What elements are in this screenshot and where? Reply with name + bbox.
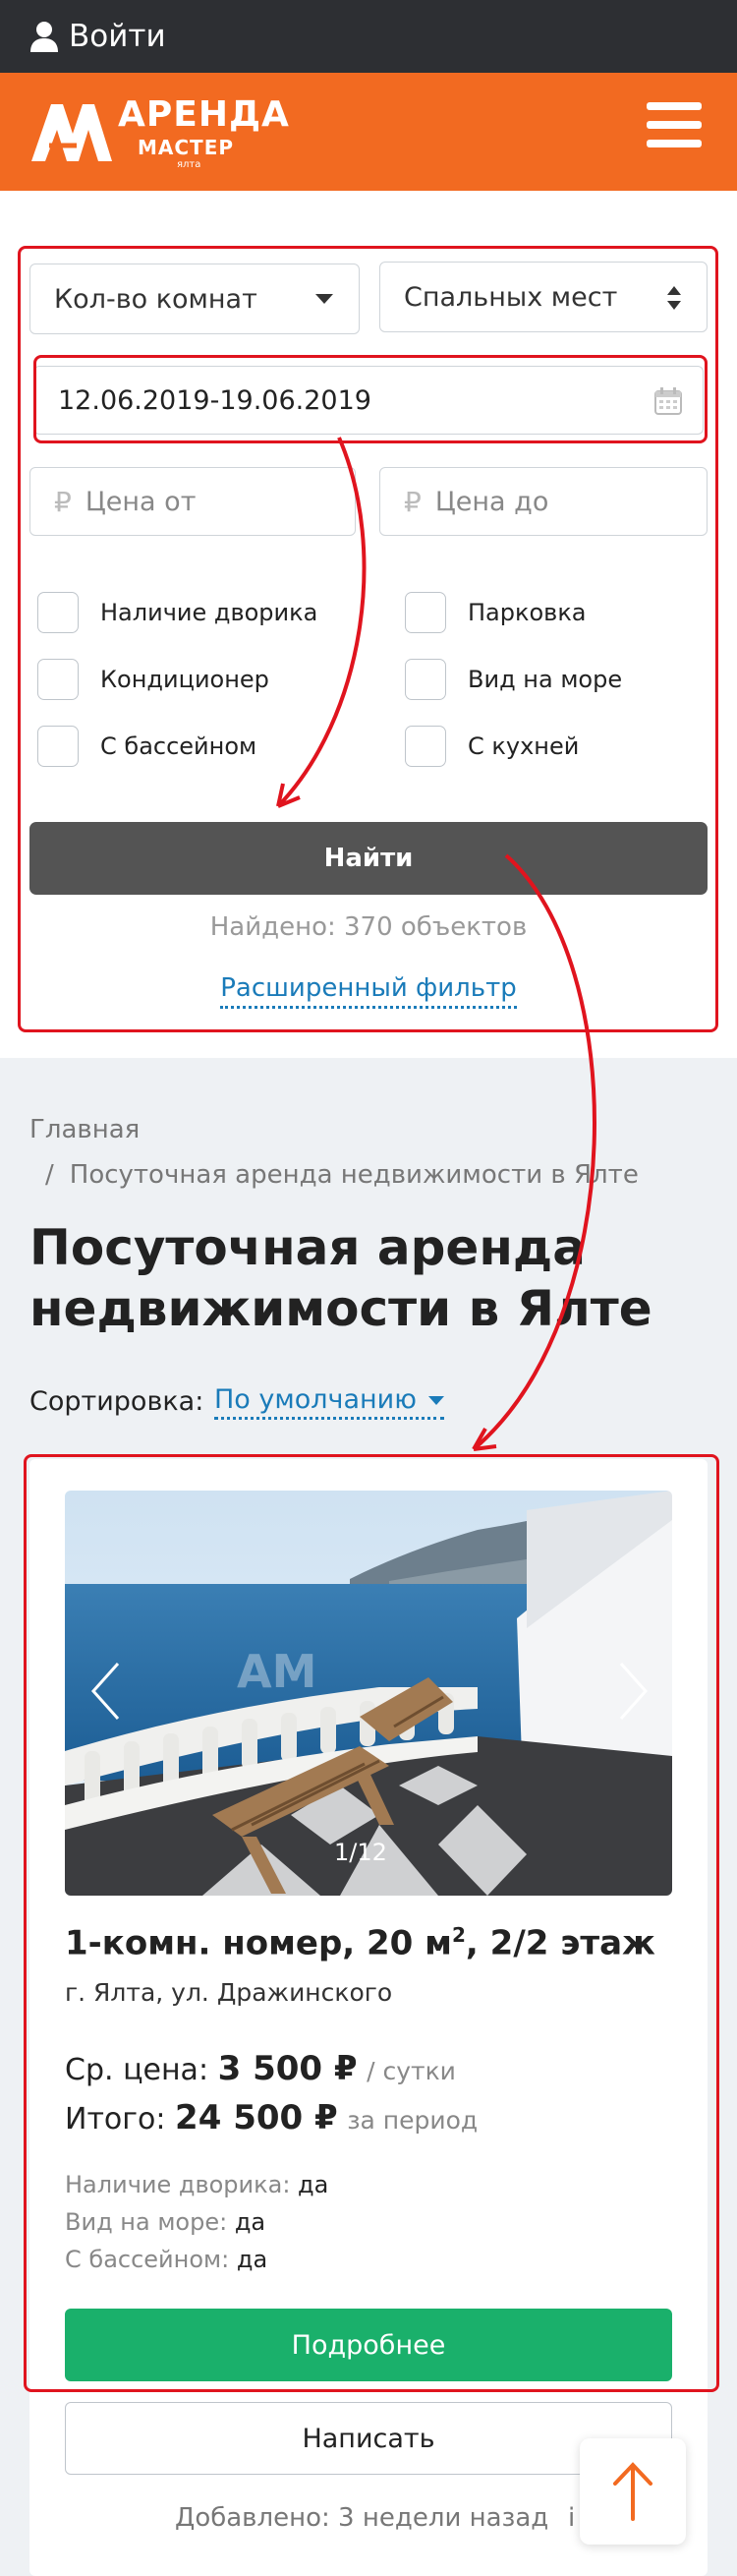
checkbox-label: Парковка bbox=[468, 599, 587, 626]
logo[interactable]: АРЕНДА МАСТЕР ялта bbox=[29, 94, 289, 171]
sort-arrows-icon bbox=[667, 286, 681, 310]
checkbox-box[interactable] bbox=[37, 592, 79, 633]
login-link[interactable]: Войти bbox=[69, 19, 166, 54]
chevron-right-icon[interactable] bbox=[619, 1662, 649, 1721]
rooms-select[interactable]: Кол-во комнат bbox=[29, 263, 360, 334]
price-from-input[interactable]: ₽ Цена от bbox=[29, 467, 356, 536]
logo-text-line1: АРЕНДА bbox=[118, 94, 290, 135]
logo-mark-icon bbox=[31, 104, 112, 161]
price-to-placeholder: Цена до bbox=[434, 486, 549, 517]
feature-name: С бассейном: bbox=[65, 2246, 230, 2273]
checkbox-box[interactable] bbox=[405, 659, 446, 700]
checkbox-label: Наличие дворика bbox=[100, 599, 318, 626]
feature-value: да bbox=[234, 2208, 266, 2236]
listing-title[interactable]: 1-комн. номер, 20 м2, 2/2 этаж bbox=[65, 1923, 655, 1962]
top-bar: Войти bbox=[0, 0, 737, 73]
site-header: АРЕНДА МАСТЕР ялта bbox=[0, 73, 737, 191]
price-to-input[interactable]: ₽ Цена до bbox=[379, 467, 708, 536]
feature-name: Вид на море: bbox=[65, 2208, 228, 2236]
listing-title-main: 1-комн. номер, 20 м bbox=[65, 1923, 452, 1963]
sort-label: Сортировка: bbox=[29, 1386, 204, 1417]
listing-address: г. Ялта, ул. Дражинского bbox=[65, 1978, 393, 2007]
beds-select[interactable]: Спальных мест bbox=[379, 262, 708, 332]
feature-row: Наличие дворика: да bbox=[65, 2171, 328, 2198]
user-icon[interactable] bbox=[29, 21, 59, 52]
checkbox-sea-view[interactable]: Вид на море bbox=[405, 659, 622, 700]
price-from-placeholder: Цена от bbox=[85, 486, 197, 517]
listing-photo[interactable]: AM bbox=[65, 1491, 672, 1896]
checkbox-box[interactable] bbox=[37, 726, 79, 767]
checkbox-parking[interactable]: Парковка bbox=[405, 592, 587, 633]
page-title: Посуточная аренда недвижимости в Ялте bbox=[29, 1219, 652, 1337]
calendar-icon[interactable] bbox=[653, 386, 683, 416]
avg-price-label: Ср. цена: bbox=[65, 2053, 209, 2087]
total-price-value: 24 500 ₽ bbox=[175, 2098, 338, 2137]
checkbox-label: С бассейном bbox=[100, 732, 257, 760]
listing-title-floor: , 2/2 этаж bbox=[465, 1923, 655, 1963]
breadcrumb-home[interactable]: Главная bbox=[29, 1115, 140, 1144]
checkbox-box[interactable] bbox=[405, 726, 446, 767]
svg-text:AM: AM bbox=[237, 1645, 316, 1698]
found-count: Найдено: 370 объектов bbox=[209, 912, 528, 942]
rooms-select-label: Кол-во комнат bbox=[54, 283, 257, 315]
chevron-down-icon bbox=[315, 294, 333, 304]
added-extra: i bbox=[568, 2503, 576, 2533]
total-price-label: Итого: bbox=[65, 2102, 166, 2137]
checkbox-box[interactable] bbox=[37, 659, 79, 700]
arrow-up-icon bbox=[613, 2462, 652, 2521]
breadcrumb-current: Посуточная аренда недвижимости в Ялте bbox=[69, 1160, 639, 1190]
chevron-left-icon[interactable] bbox=[90, 1662, 120, 1721]
logo-text-line2: МАСТЕР bbox=[138, 136, 235, 159]
total-price-row: Итого: 24 500 ₽ за период bbox=[65, 2098, 478, 2137]
added-date: Добавлено: 3 недели назад bbox=[175, 2503, 549, 2533]
checkbox-label: Вид на море bbox=[468, 666, 623, 693]
date-range-value: 12.06.2019-19.06.2019 bbox=[58, 384, 371, 416]
feature-value: да bbox=[298, 2171, 329, 2198]
checkbox-kitchen[interactable]: С кухней bbox=[405, 726, 579, 767]
checkbox-conditioner[interactable]: Кондиционер bbox=[37, 659, 269, 700]
chevron-down-icon bbox=[427, 1396, 444, 1405]
total-price-unit: за период bbox=[347, 2106, 479, 2135]
avg-price-unit: / сутки bbox=[367, 2057, 456, 2085]
find-button[interactable]: Найти bbox=[29, 822, 708, 895]
annotation-arrowhead bbox=[472, 1428, 497, 1451]
details-button[interactable]: Подробнее bbox=[65, 2309, 672, 2381]
menu-icon[interactable] bbox=[647, 102, 702, 157]
sort-dropdown[interactable]: По умолчанию bbox=[214, 1384, 444, 1420]
checkbox-yard[interactable]: Наличие дворика bbox=[37, 592, 317, 633]
logo-text-line3: ялта bbox=[177, 159, 201, 170]
date-range-input[interactable]: 12.06.2019-19.06.2019 bbox=[33, 366, 704, 435]
feature-row: С бассейном: да bbox=[65, 2246, 267, 2273]
listing-title-sup: 2 bbox=[451, 1923, 466, 1947]
feature-value: да bbox=[236, 2246, 268, 2273]
feature-name: Наличие дворика: bbox=[65, 2171, 291, 2198]
breadcrumb-separator: / bbox=[45, 1160, 54, 1190]
ruble-icon: ₽ bbox=[54, 485, 72, 518]
sort-value[interactable]: По умолчанию bbox=[214, 1384, 417, 1415]
checkbox-box[interactable] bbox=[405, 592, 446, 633]
scroll-to-top-button[interactable] bbox=[580, 2438, 686, 2545]
advanced-filter-link[interactable]: Расширенный фильтр bbox=[0, 973, 737, 1009]
checkbox-label: С кухней bbox=[468, 732, 580, 760]
ruble-icon: ₽ bbox=[404, 485, 422, 518]
advanced-filter-label[interactable]: Расширенный фильтр bbox=[220, 973, 517, 1009]
checkbox-label: Кондиционер bbox=[100, 666, 269, 693]
beds-select-label: Спальных мест bbox=[404, 281, 618, 313]
photo-counter: 1/12 bbox=[334, 1839, 387, 1866]
breadcrumb: / Посуточная аренда недвижимости в Ялте bbox=[45, 1160, 639, 1190]
checkbox-pool[interactable]: С бассейном bbox=[37, 726, 256, 767]
avg-price-value: 3 500 ₽ bbox=[217, 2049, 358, 2088]
avg-price-row: Ср. цена: 3 500 ₽ / сутки bbox=[65, 2049, 456, 2088]
feature-row: Вид на море: да bbox=[65, 2208, 265, 2236]
